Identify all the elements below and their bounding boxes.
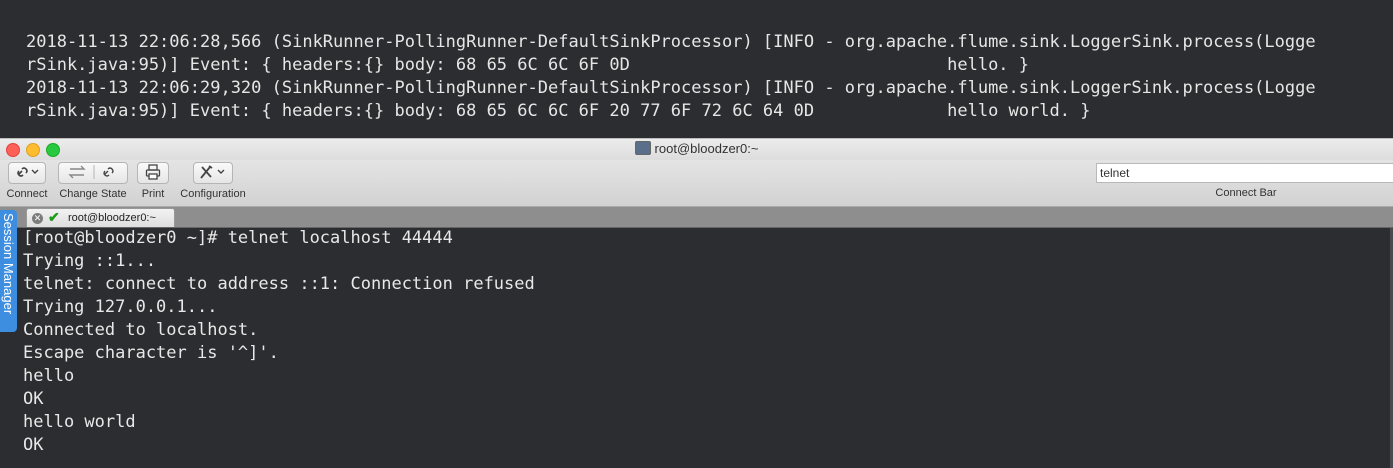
terminal-line: hello world bbox=[23, 412, 136, 432]
tab-strip: ✕ ✔ root@bloodzer0:~ bbox=[0, 207, 1393, 228]
terminal-line: 2018-11-13 22:06:29,320 (SinkRunner-Poll… bbox=[26, 78, 1316, 98]
window-title-text: root@bloodzer0:~ bbox=[654, 141, 759, 156]
terminal-line: Escape character is '^]'. bbox=[23, 343, 279, 363]
printer-icon bbox=[145, 164, 161, 180]
connect-bar-input[interactable] bbox=[1096, 163, 1393, 183]
title-bar[interactable]: root@bloodzer0:~ bbox=[0, 138, 1393, 161]
terminal-line: hello bbox=[23, 366, 75, 386]
print-label: Print bbox=[141, 188, 165, 200]
configuration-label: Configuration bbox=[180, 188, 246, 200]
terminal-line: rSink.java:95)] Event: { headers:{} body… bbox=[26, 101, 1091, 121]
terminal-line: Trying ::1... bbox=[23, 251, 157, 271]
connect-tool[interactable]: Connect bbox=[4, 162, 50, 200]
session-manager-label: Session Manager bbox=[1, 213, 16, 315]
terminal-line: 2018-11-13 22:06:28,566 (SinkRunner-Poll… bbox=[26, 32, 1316, 52]
terminal-line: OK bbox=[23, 435, 44, 455]
terminal-window: root@bloodzer0:~ Connect Change State Pr… bbox=[0, 138, 1393, 468]
change-state-tool[interactable]: Change State bbox=[57, 162, 129, 200]
terminal-output[interactable]: [root@bloodzer0 ~]# telnet localhost 444… bbox=[0, 228, 1393, 468]
terminal-line: [root@bloodzer0 ~]# telnet localhost 444… bbox=[23, 228, 453, 248]
close-icon[interactable]: ✕ bbox=[32, 213, 43, 224]
background-terminal: 2018-11-13 22:06:28,566 (SinkRunner-Poll… bbox=[0, 0, 1393, 138]
terminal-line: telnet: connect to address ::1: Connecti… bbox=[23, 274, 535, 294]
tab-session[interactable]: ✕ ✔ root@bloodzer0:~ bbox=[26, 208, 175, 227]
configuration-tool[interactable]: Configuration bbox=[175, 162, 251, 200]
change-state-button[interactable] bbox=[58, 162, 128, 184]
tools-icon bbox=[200, 165, 225, 179]
session-manager-tab[interactable]: Session Manager bbox=[0, 210, 17, 332]
print-tool[interactable]: Print bbox=[136, 162, 170, 200]
change-state-label: Change State bbox=[59, 188, 127, 200]
configuration-button[interactable] bbox=[193, 162, 233, 184]
connect-label: Connect bbox=[6, 188, 48, 200]
terminal-line: rSink.java:95)] Event: { headers:{} body… bbox=[26, 55, 1030, 75]
terminal-icon bbox=[634, 141, 651, 155]
connect-button[interactable] bbox=[8, 162, 46, 184]
toolbar: Connect Change State Print Configuration… bbox=[0, 160, 1393, 207]
terminal-line: Trying 127.0.0.1... bbox=[23, 297, 218, 317]
print-button[interactable] bbox=[137, 162, 169, 184]
window-title: root@bloodzer0:~ bbox=[0, 141, 1393, 156]
checkmark-icon: ✔ bbox=[48, 209, 60, 225]
tab-label: root@bloodzer0:~ bbox=[68, 212, 156, 224]
terminal-line: Connected to localhost. bbox=[23, 320, 259, 340]
refresh-icon bbox=[68, 165, 114, 179]
terminal-line: OK bbox=[23, 389, 44, 409]
connect-bar-label: Connect Bar bbox=[1215, 187, 1277, 199]
link-icon bbox=[17, 167, 39, 177]
